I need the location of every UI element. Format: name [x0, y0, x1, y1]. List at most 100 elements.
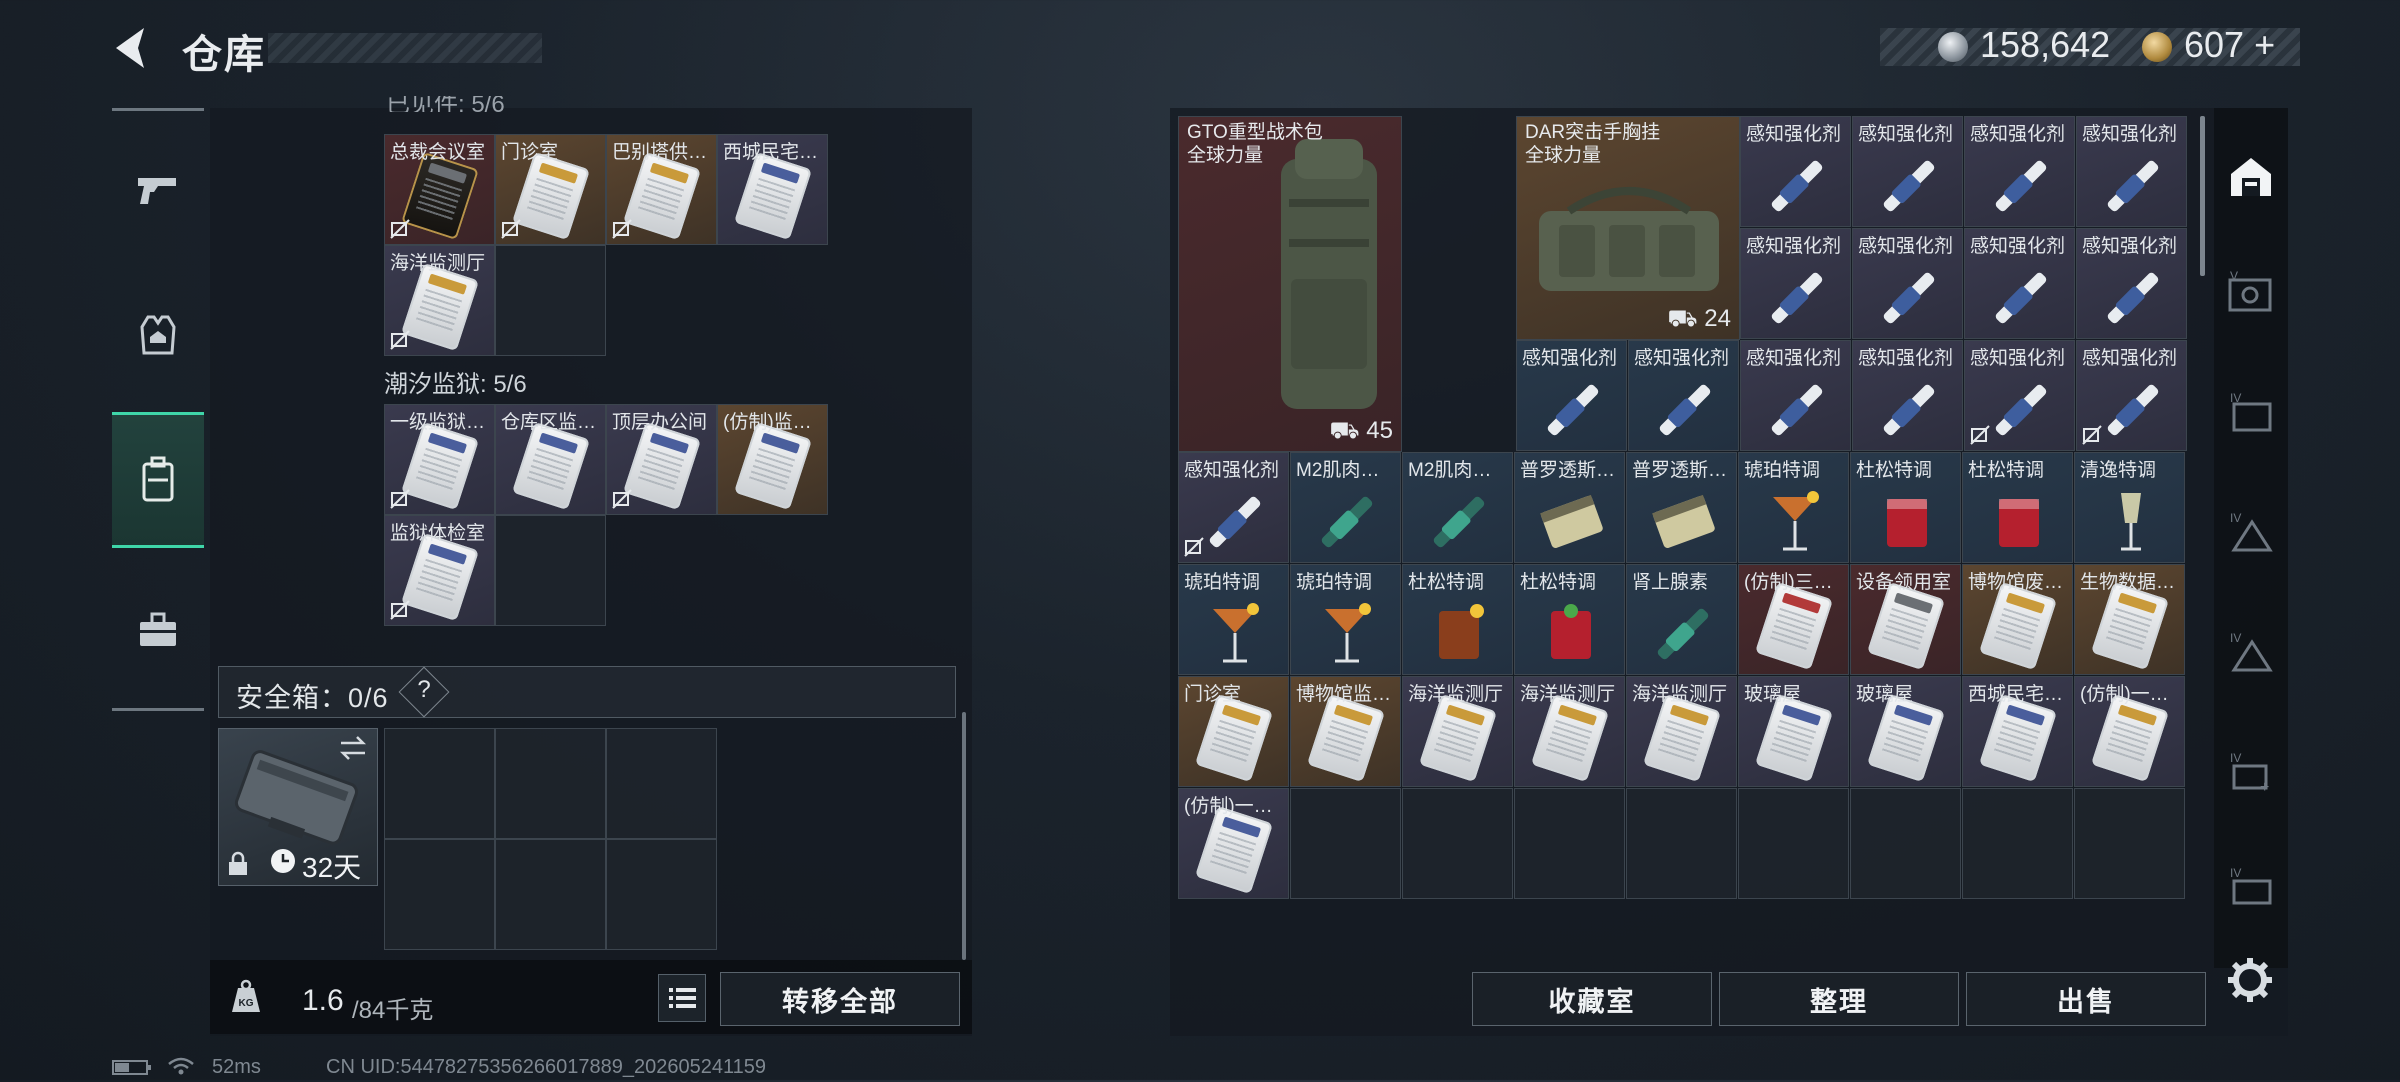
- item-slot[interactable]: (仿制)一…: [1178, 788, 1289, 899]
- sell-button[interactable]: 出售: [1966, 972, 2206, 1026]
- help-icon[interactable]: ?: [414, 676, 434, 704]
- empty-slot[interactable]: [1514, 788, 1625, 899]
- item-slot[interactable]: 感知强化剂: [1628, 340, 1739, 451]
- item-slot[interactable]: 杜松特调: [1962, 452, 2073, 563]
- item-slot[interactable]: (仿制)三…: [1738, 564, 1849, 675]
- item-slot[interactable]: 普罗透斯…: [1626, 452, 1737, 563]
- item-slot[interactable]: 生物数据…: [2074, 564, 2185, 675]
- stash-tab-2[interactable]: V: [2214, 238, 2288, 348]
- no-drop-icon: [390, 489, 410, 509]
- item-slot[interactable]: 清逸特调: [2074, 452, 2185, 563]
- empty-slot[interactable]: [1626, 788, 1737, 899]
- item-slot[interactable]: 感知强化剂: [1964, 116, 2075, 227]
- empty-slot[interactable]: [495, 245, 606, 356]
- item-slot[interactable]: 感知强化剂: [2076, 340, 2187, 451]
- injector-icon: [1883, 384, 1935, 436]
- transfer-all-button[interactable]: 转移全部: [720, 972, 960, 1026]
- item-slot[interactable]: 感知强化剂: [1740, 228, 1851, 339]
- item-slot[interactable]: 杜松特调: [1402, 564, 1513, 675]
- item-slot[interactable]: (仿制)监…: [717, 404, 828, 515]
- scrollbar[interactable]: [962, 712, 966, 960]
- item-slot[interactable]: M2肌肉…: [1290, 452, 1401, 563]
- item-slot[interactable]: 杜松特调: [1514, 564, 1625, 675]
- item-slot[interactable]: 普罗透斯…: [1514, 452, 1625, 563]
- stash-tab-all[interactable]: [2214, 122, 2288, 232]
- stash-tab-4[interactable]: IV: [2214, 478, 2288, 588]
- item-slot[interactable]: 玻璃屋: [1738, 676, 1849, 787]
- item-slot[interactable]: 海洋监测厅: [384, 245, 495, 356]
- item-slot[interactable]: 西城民宅…: [1962, 676, 2073, 787]
- collection-room-button[interactable]: 收藏室: [1472, 972, 1712, 1026]
- item-slot[interactable]: (仿制)一…: [2074, 676, 2185, 787]
- item-slot[interactable]: 海洋监测厅: [1626, 676, 1737, 787]
- empty-slot[interactable]: [384, 728, 495, 839]
- list-view-button[interactable]: [658, 974, 706, 1022]
- item-slot[interactable]: 巴别塔供…: [606, 134, 717, 245]
- empty-slot[interactable]: [495, 728, 606, 839]
- empty-slot[interactable]: [384, 839, 495, 950]
- item-slot[interactable]: M2肌肉…: [1402, 452, 1513, 563]
- item-slot[interactable]: 博物馆监…: [1290, 676, 1401, 787]
- item-slot[interactable]: 博物馆废…: [1962, 564, 2073, 675]
- nav-tab-armor[interactable]: [112, 270, 204, 400]
- swap-icon[interactable]: [337, 735, 369, 761]
- item-slot[interactable]: 感知强化剂: [1852, 228, 1963, 339]
- back-button[interactable]: [108, 24, 158, 72]
- item-slot[interactable]: 感知强化剂: [1178, 452, 1289, 563]
- weight-max: /84千克: [352, 997, 434, 1024]
- stash-tab-5[interactable]: IV: [2214, 598, 2288, 708]
- empty-slot[interactable]: [1402, 788, 1513, 899]
- item-slot[interactable]: 杜松特调: [1850, 452, 1961, 563]
- empty-slot[interactable]: [606, 839, 717, 950]
- gold-amount[interactable]: 607 +: [2184, 24, 2275, 66]
- nav-tab-weapon[interactable]: [112, 125, 204, 255]
- item-slot[interactable]: 海洋监测厅: [1514, 676, 1625, 787]
- item-slot[interactable]: 感知强化剂: [1516, 340, 1627, 451]
- item-slot[interactable]: 感知强化剂: [2076, 228, 2187, 339]
- item-slot[interactable]: 感知强化剂: [1852, 116, 1963, 227]
- stash-tab-7[interactable]: IV: [2214, 838, 2288, 938]
- item-slot[interactable]: 设备领用室: [1850, 564, 1961, 675]
- item-slot[interactable]: GTO重型战术包 全球力量 ⛟ 45: [1178, 116, 1402, 452]
- item-slot[interactable]: 门诊室: [495, 134, 606, 245]
- empty-slot[interactable]: [1290, 788, 1401, 899]
- empty-slot[interactable]: [606, 728, 717, 839]
- empty-slot[interactable]: [1738, 788, 1849, 899]
- item-slot[interactable]: 感知强化剂: [1964, 340, 2075, 451]
- stash-tab-6[interactable]: IV +: [2214, 718, 2288, 828]
- item-slot[interactable]: 门诊室: [1178, 676, 1289, 787]
- empty-slot[interactable]: [2074, 788, 2185, 899]
- sort-button[interactable]: 整理: [1719, 972, 1959, 1026]
- stash-tab-3[interactable]: IV: [2214, 358, 2288, 468]
- item-slot[interactable]: DAR突击手胸挂 全球力量 ⛟ 24: [1516, 116, 1740, 340]
- uid-text: CN UID:5447827535626601788​9_20260524115…: [326, 1056, 767, 1078]
- keycard-icon: [622, 421, 702, 511]
- item-slot[interactable]: 肾上腺素: [1626, 564, 1737, 675]
- item-slot[interactable]: 琥珀特调: [1178, 564, 1289, 675]
- item-slot[interactable]: 仓库区监…: [495, 404, 606, 515]
- no-drop-icon: [501, 219, 521, 239]
- item-slot[interactable]: 感知强化剂: [1740, 340, 1851, 451]
- item-slot[interactable]: 琥珀特调: [1290, 564, 1401, 675]
- scrollbar[interactable]: [2200, 116, 2205, 276]
- item-slot[interactable]: 感知强化剂: [1852, 340, 1963, 451]
- item-slot[interactable]: 琥珀特调: [1738, 452, 1849, 563]
- svg-text:IV: IV: [2230, 751, 2241, 765]
- item-slot[interactable]: 感知强化剂: [2076, 116, 2187, 227]
- item-slot[interactable]: 一级监狱…: [384, 404, 495, 515]
- empty-slot[interactable]: [495, 839, 606, 950]
- empty-slot[interactable]: [495, 515, 606, 626]
- item-slot[interactable]: 玻璃屋: [1850, 676, 1961, 787]
- item-slot[interactable]: 总裁会议室: [384, 134, 495, 245]
- item-slot[interactable]: 感知强化剂: [1964, 228, 2075, 339]
- item-slot[interactable]: 西城民宅…: [717, 134, 828, 245]
- item-slot[interactable]: 海洋监测厅: [1402, 676, 1513, 787]
- item-slot[interactable]: 顶层办公间: [606, 404, 717, 515]
- nav-tab-case[interactable]: [112, 565, 204, 695]
- nav-tab-backpack[interactable]: [112, 412, 204, 548]
- empty-slot[interactable]: [1850, 788, 1961, 899]
- empty-slot[interactable]: [1962, 788, 2073, 899]
- item-slot[interactable]: 监狱体检室: [384, 515, 495, 626]
- item-slot[interactable]: 感知强化剂: [1740, 116, 1851, 227]
- settings-gear-icon[interactable]: [2224, 954, 2276, 1006]
